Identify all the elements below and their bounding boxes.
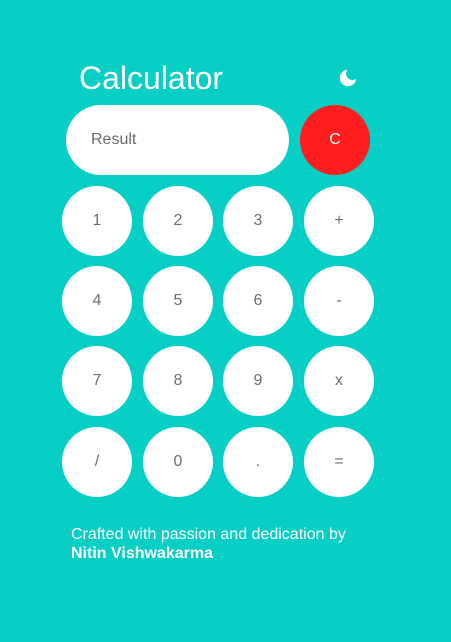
key-7-button[interactable]: 7 xyxy=(62,346,132,416)
key-2-button[interactable]: 2 xyxy=(143,186,213,256)
key-6-button[interactable]: 6 xyxy=(223,266,293,336)
key-1-button[interactable]: 1 xyxy=(62,186,132,256)
clear-button[interactable]: C xyxy=(300,105,370,175)
key-3-button[interactable]: 3 xyxy=(223,186,293,256)
footer-author: Nitin Vishwakarma xyxy=(71,545,213,562)
equals-button[interactable]: = xyxy=(304,427,374,497)
subtract-button[interactable]: - xyxy=(304,266,374,336)
footer-text: Crafted with passion and dedication by xyxy=(71,526,346,543)
multiply-button[interactable]: x xyxy=(304,346,374,416)
result-display[interactable] xyxy=(66,105,289,175)
key-9-button[interactable]: 9 xyxy=(223,346,293,416)
app-title: Calculator xyxy=(79,60,224,96)
key-0-button[interactable]: 0 xyxy=(143,427,213,497)
key-4-button[interactable]: 4 xyxy=(62,266,132,336)
theme-toggle-button[interactable] xyxy=(334,64,362,92)
key-8-button[interactable]: 8 xyxy=(143,346,213,416)
key-5-button[interactable]: 5 xyxy=(143,266,213,336)
footer-credit: Crafted with passion and dedication by N… xyxy=(71,525,346,563)
moon-icon xyxy=(339,69,357,87)
divide-button[interactable]: / xyxy=(62,427,132,497)
decimal-button[interactable]: . xyxy=(223,427,293,497)
add-button[interactable]: + xyxy=(304,186,374,256)
